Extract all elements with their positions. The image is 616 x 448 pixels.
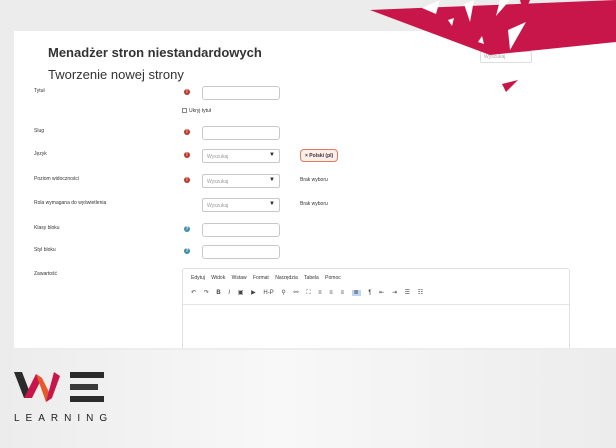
decorative-shards [370, 0, 616, 92]
row-language: Język ! Wyszukaj ▼ × Polski (pl) [34, 149, 594, 163]
content-label: Zawartość [34, 271, 58, 277]
h5p-icon[interactable]: H-P [263, 290, 273, 296]
caret-down-icon: ▼ [269, 152, 275, 158]
unlink-icon[interactable]: ⚯ [294, 290, 299, 296]
block-style-field[interactable] [202, 245, 280, 259]
align-left-icon[interactable]: ≡ [318, 290, 322, 296]
italic-icon[interactable]: I [228, 290, 230, 296]
fullscreen-icon[interactable]: ⛶ [306, 290, 310, 296]
role-note: Brak wyboru [300, 201, 328, 207]
visibility-label: Poziom widoczności [34, 176, 80, 182]
language-chip[interactable]: × Polski (pl) [300, 149, 339, 162]
caret-down-icon: ▼ [269, 201, 275, 207]
title-label: Tytuł [34, 88, 45, 94]
visibility-placeholder: Wyszukaj [207, 179, 229, 185]
block-classes-label: Klasy bloku [34, 225, 60, 231]
align-center-icon[interactable]: ≡ [329, 290, 333, 296]
hide-title-checkbox[interactable]: Ukryj tytuł [182, 108, 211, 114]
numbered-list-icon[interactable]: ☷ [418, 290, 423, 296]
paragraph-icon[interactable]: ¶ [368, 290, 371, 296]
menu-tools[interactable]: Narzędzia [275, 275, 298, 281]
align-justify-icon[interactable]: ≣ [351, 290, 361, 296]
caret-down-icon: ▼ [269, 177, 275, 183]
slug-label: Slug [34, 128, 45, 134]
menu-edit[interactable]: Edytuj [191, 275, 205, 281]
block-style-label: Styl bloku [34, 247, 56, 253]
menu-help[interactable]: Pomoc [325, 275, 341, 281]
image-icon[interactable]: ▣ [238, 290, 244, 296]
block-classes-field[interactable] [202, 223, 280, 237]
media-icon[interactable]: ▶ [251, 290, 256, 296]
row-visibility: Poziom widoczności ! Wyszukaj ▼ Brak wybo… [34, 174, 594, 188]
shard [502, 80, 518, 92]
outdent-icon[interactable]: ⇤ [379, 290, 384, 296]
we-learning-logo [14, 372, 104, 402]
menu-view[interactable]: Widok [211, 275, 225, 281]
language-select[interactable]: Wyszukaj ▼ [202, 149, 280, 163]
editor-divider [183, 304, 569, 305]
menu-table[interactable]: Tabela [304, 275, 319, 281]
row-block-style: Styl bloku ? [34, 245, 594, 259]
row-role: Rola wymagana do wyświetlenia Wyszukaj ▼ … [34, 198, 594, 212]
row-block-classes: Klasy bloku ? [34, 223, 594, 237]
page-header: Menadżer stron niestandardowych Tworzeni… [48, 45, 262, 82]
required-icon: ! [184, 89, 190, 95]
menu-insert[interactable]: Wstaw [232, 275, 247, 281]
menu-format[interactable]: Format [253, 275, 269, 281]
editor-menubar: Edytuj Widok Wstaw Format Narzędzia Tabe… [191, 275, 346, 281]
required-icon: ! [184, 152, 190, 158]
indent-icon[interactable]: ⇥ [392, 290, 397, 296]
brand-wordmark: LEARNING [14, 413, 114, 424]
language-placeholder: Wyszukaj [207, 154, 229, 160]
info-icon[interactable]: ? [184, 226, 190, 232]
checkbox-icon[interactable] [182, 108, 187, 113]
redo-icon[interactable]: ↷ [204, 290, 209, 296]
row-slug: Slug ! [34, 126, 594, 140]
required-icon: ! [184, 129, 190, 135]
role-select[interactable]: Wyszukaj ▼ [202, 198, 280, 212]
required-icon: ! [184, 177, 190, 183]
role-label: Rola wymagana do wyświetlenia [34, 200, 107, 206]
language-label: Język [34, 151, 47, 157]
link-icon[interactable]: ⚲ [281, 290, 285, 296]
align-right-icon[interactable]: ≡ [340, 290, 344, 296]
role-placeholder: Wyszukaj [207, 203, 229, 209]
title-field[interactable] [202, 86, 280, 100]
rich-text-editor[interactable]: Edytuj Widok Wstaw Format Narzędzia Tabe… [182, 268, 570, 348]
red-banner-shape [370, 0, 616, 55]
editor-toolbar: ↶ ↷ B I ▣ ▶ H-P ⚲ ⚯ ⛶ ≡ ≡ ≡ ≣ ¶ ⇤ ⇥ ☰ ☷ [191, 289, 429, 297]
page-subtitle: Tworzenie nowej strony [48, 67, 184, 82]
visibility-select[interactable]: Wyszukaj ▼ [202, 174, 280, 188]
visibility-note: Brak wyboru [300, 177, 328, 183]
hide-title-label: Ukryj tytuł [189, 108, 211, 114]
undo-icon[interactable]: ↶ [191, 290, 196, 296]
bold-icon[interactable]: B [216, 290, 220, 296]
info-icon[interactable]: ? [184, 248, 190, 254]
slug-field[interactable] [202, 126, 280, 140]
bullet-list-icon[interactable]: ☰ [405, 290, 410, 296]
page-title: Menadżer stron niestandardowych [48, 45, 262, 60]
